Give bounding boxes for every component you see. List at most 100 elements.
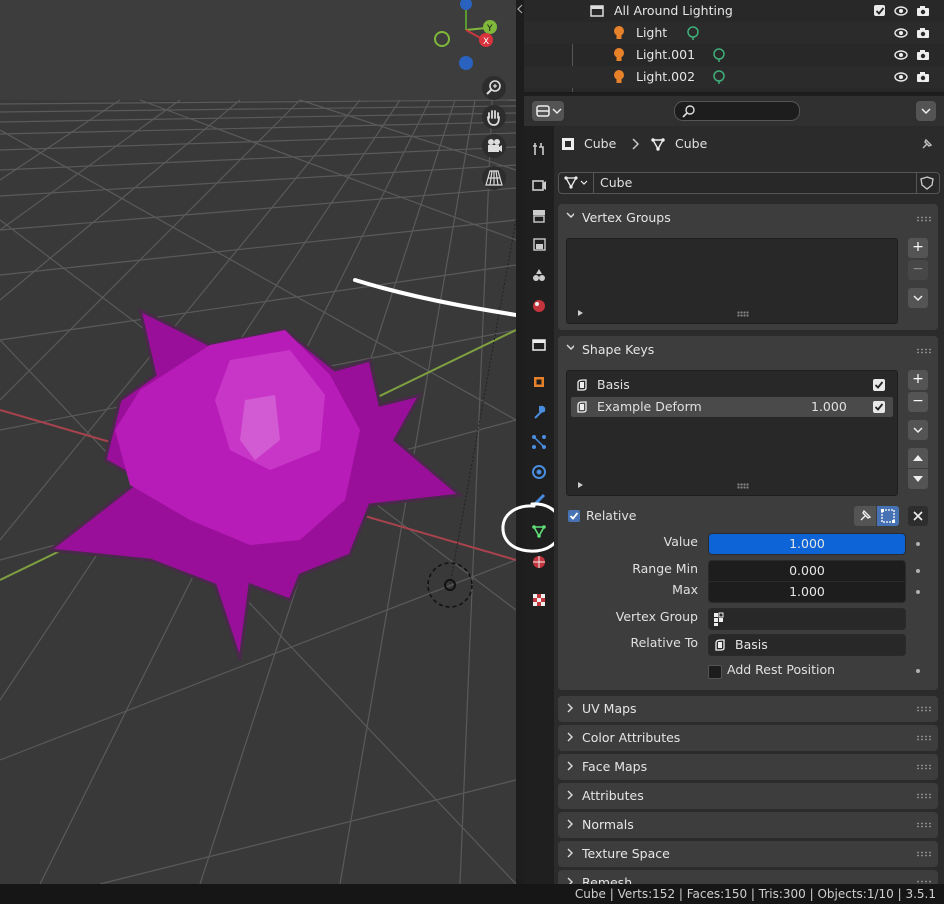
camera-render-icon[interactable] bbox=[916, 71, 930, 83]
breadcrumb-object: Cube bbox=[584, 136, 617, 151]
collapsed-panel-attributes[interactable]: Attributes bbox=[558, 783, 938, 809]
remove-vertex-group-button[interactable]: − bbox=[908, 260, 928, 280]
shape-key-enabled-checkbox[interactable] bbox=[873, 401, 885, 413]
light-icon bbox=[614, 48, 624, 61]
drag-grip-icon[interactable] bbox=[916, 706, 932, 712]
edit-mode-display-button[interactable] bbox=[877, 506, 899, 526]
shape-key-lock-button[interactable] bbox=[854, 506, 876, 526]
shape-key-enabled-checkbox[interactable] bbox=[873, 379, 885, 391]
editor-type-button[interactable] bbox=[532, 101, 564, 121]
search-input[interactable] bbox=[674, 101, 800, 121]
area-splitter[interactable] bbox=[516, 0, 524, 884]
keyframe-dot[interactable] bbox=[916, 542, 920, 546]
keyframe-dot[interactable] bbox=[916, 569, 920, 573]
light-data-icon[interactable] bbox=[712, 70, 726, 84]
keyframe-dot[interactable] bbox=[916, 669, 920, 673]
eye-icon[interactable] bbox=[894, 5, 908, 17]
collapsed-panel-color-attributes[interactable]: Color Attributes bbox=[558, 725, 938, 751]
add-shape-key-button[interactable]: + bbox=[908, 370, 928, 390]
collapsed-panel-uv-maps[interactable]: UV Maps bbox=[558, 696, 938, 722]
move-down-button[interactable] bbox=[908, 469, 928, 489]
mesh-name[interactable]: Cube bbox=[600, 175, 632, 190]
shape-key-row[interactable]: Basis bbox=[571, 375, 893, 395]
object-icon[interactable] bbox=[531, 374, 547, 390]
light-data-icon[interactable] bbox=[686, 26, 700, 40]
relative-checkbox[interactable] bbox=[568, 510, 580, 522]
drag-grip-icon[interactable] bbox=[916, 735, 932, 741]
outliner-item[interactable]: Light.002 bbox=[524, 66, 944, 88]
shape-key-row-selected[interactable]: Example Deform 1.000 bbox=[571, 397, 893, 417]
eye-icon[interactable] bbox=[894, 27, 908, 39]
vertex-group-specials-button[interactable] bbox=[908, 288, 928, 308]
breadcrumb-data: Cube bbox=[675, 136, 708, 151]
clear-shape-keys-button[interactable] bbox=[908, 506, 928, 526]
pin-icon[interactable] bbox=[920, 137, 934, 151]
outliner-item[interactable]: Light.001 bbox=[524, 44, 944, 66]
relative-to-field[interactable]: Basis bbox=[708, 634, 906, 656]
drag-grip-icon[interactable] bbox=[916, 851, 932, 857]
texture-icon[interactable] bbox=[531, 592, 547, 608]
collapsed-panel-texture-space[interactable]: Texture Space bbox=[558, 841, 938, 867]
shape-key-list[interactable]: Basis Example Deform 1.000 bbox=[566, 370, 898, 496]
3d-viewport[interactable]: Y X bbox=[0, 0, 516, 884]
fake-user-shield-icon[interactable] bbox=[920, 176, 934, 190]
vertex-group-list[interactable] bbox=[566, 238, 898, 324]
drag-grip-icon[interactable] bbox=[916, 348, 932, 354]
outliner-item[interactable]: Light bbox=[524, 22, 944, 44]
collapsed-panel-normals[interactable]: Normals bbox=[558, 812, 938, 838]
light-data-icon[interactable] bbox=[712, 48, 726, 62]
drag-grip-icon[interactable] bbox=[916, 793, 932, 799]
collapsed-panel-face-maps[interactable]: Face Maps bbox=[558, 754, 938, 780]
value-slider[interactable]: 1.000 bbox=[708, 533, 906, 555]
mesh-browse-icon[interactable] bbox=[563, 175, 591, 191]
outliner-collection-row[interactable]: All Around Lighting bbox=[524, 0, 944, 22]
eye-icon[interactable] bbox=[894, 49, 908, 61]
zoom-icon[interactable] bbox=[482, 76, 506, 100]
camera-render-icon[interactable] bbox=[916, 5, 930, 17]
drag-grip-icon[interactable] bbox=[916, 764, 932, 770]
shape-key-specials-button[interactable] bbox=[908, 420, 928, 440]
navigation-gizmo[interactable]: Y X bbox=[428, 0, 508, 80]
chevron-right-icon bbox=[632, 138, 640, 150]
list-resize-grip[interactable] bbox=[737, 483, 749, 489]
pan-hand-icon[interactable] bbox=[482, 105, 506, 129]
camera-render-icon[interactable] bbox=[916, 27, 930, 39]
output-icon[interactable] bbox=[531, 208, 547, 224]
modifier-wrench-icon[interactable] bbox=[531, 404, 547, 420]
add-vertex-group-button[interactable]: + bbox=[908, 238, 928, 258]
options-dropdown[interactable] bbox=[916, 101, 936, 121]
view-layer-icon[interactable] bbox=[531, 237, 547, 253]
range-min-field[interactable]: 0.000 bbox=[708, 560, 906, 582]
particles-icon[interactable] bbox=[531, 434, 547, 450]
shape-key-value[interactable]: 1.000 bbox=[811, 399, 847, 414]
perspective-grid-icon[interactable] bbox=[482, 166, 506, 190]
camera-render-icon[interactable] bbox=[916, 49, 930, 61]
collection-tab-icon[interactable] bbox=[531, 336, 547, 352]
list-resize-grip[interactable] bbox=[737, 311, 749, 317]
keyframe-dot[interactable] bbox=[916, 590, 920, 594]
material-icon[interactable] bbox=[531, 554, 547, 570]
physics-icon[interactable] bbox=[531, 464, 547, 480]
remove-shape-key-button[interactable]: − bbox=[908, 392, 928, 412]
vertex-group-field[interactable] bbox=[708, 608, 906, 630]
scene-icon[interactable] bbox=[531, 267, 547, 283]
add-rest-position-checkbox[interactable] bbox=[708, 665, 722, 679]
outliner[interactable]: All Around Lighting Light Light.001 Ligh… bbox=[524, 0, 944, 93]
camera-view-icon[interactable] bbox=[482, 134, 506, 158]
tool-icon[interactable] bbox=[531, 141, 547, 157]
max-field[interactable]: 1.000 bbox=[708, 581, 906, 603]
world-icon[interactable] bbox=[531, 298, 547, 314]
max-label: Max bbox=[672, 582, 698, 597]
vertex-groups-header[interactable]: Vertex Groups bbox=[558, 204, 938, 232]
mesh-datablock-field[interactable]: Cube bbox=[558, 172, 940, 194]
drag-grip-icon[interactable] bbox=[916, 216, 932, 222]
eye-icon[interactable] bbox=[894, 71, 908, 83]
render-icon[interactable] bbox=[531, 177, 547, 193]
move-up-button[interactable] bbox=[908, 448, 928, 468]
drag-grip-icon[interactable] bbox=[916, 822, 932, 828]
status-text: Cube | Verts:152 | Faces:150 | Tris:300 … bbox=[574, 887, 936, 901]
panel-title: Face Maps bbox=[582, 759, 648, 774]
shape-keys-header[interactable]: Shape Keys bbox=[558, 336, 938, 364]
collection-exclude-checkbox[interactable] bbox=[874, 5, 885, 16]
mesh-data-icon bbox=[651, 138, 665, 151]
